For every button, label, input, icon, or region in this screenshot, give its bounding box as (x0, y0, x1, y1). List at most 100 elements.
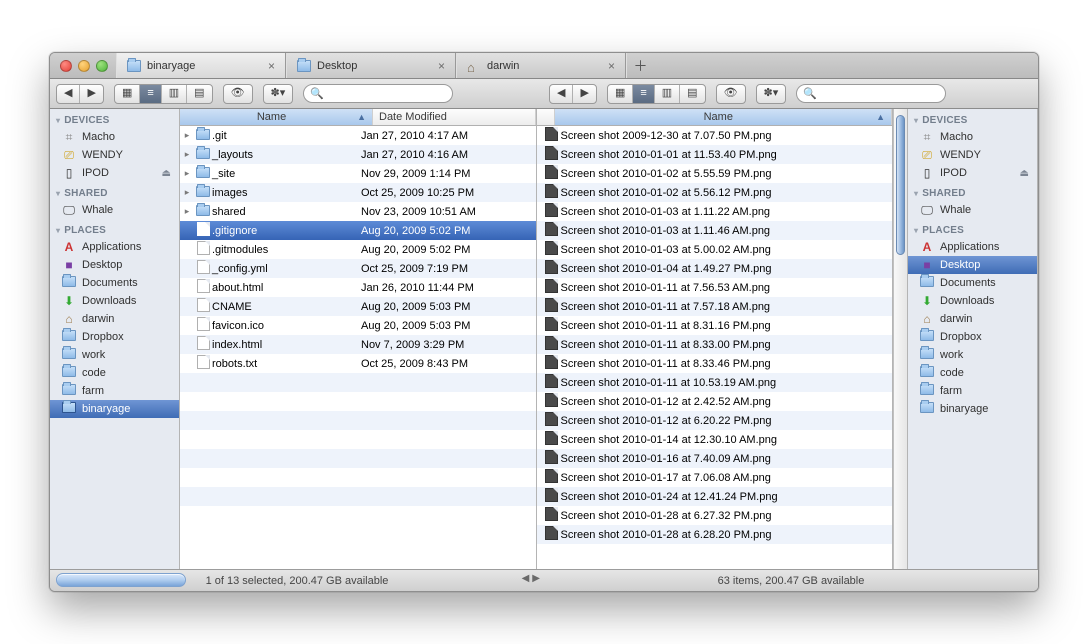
sidebar-item-whale[interactable]: 🖵Whale (908, 201, 1037, 219)
view-icon-button[interactable]: ▦ (115, 85, 140, 103)
sidebar-item-dropbox[interactable]: Dropbox (908, 328, 1037, 346)
close-icon[interactable]: × (608, 59, 615, 73)
sidebar-item-wendy[interactable]: ⎚WENDY (50, 146, 179, 164)
search-input[interactable] (328, 88, 446, 100)
file-row[interactable]: Screen shot 2010-01-28 at 6.28.20 PM.png (537, 525, 893, 544)
search-field-left[interactable]: 🔍 (303, 84, 453, 103)
sidebar-item-downloads[interactable]: ⬇Downloads (908, 292, 1037, 310)
file-row[interactable]: Screen shot 2010-01-11 at 8.33.00 PM.png (537, 335, 893, 354)
add-tab-button[interactable]: ＋ (626, 53, 654, 78)
sidebar-item-documents[interactable]: Documents (50, 274, 179, 292)
close-icon[interactable]: × (438, 59, 445, 73)
scrollbar-thumb[interactable] (896, 115, 905, 255)
action-menu-button[interactable]: ✽▾ (263, 84, 294, 104)
file-row[interactable]: about.htmlJan 26, 2010 11:44 PM (180, 278, 536, 297)
file-row[interactable]: Screen shot 2010-01-16 at 7.40.09 AM.png (537, 449, 893, 468)
file-row[interactable]: Screen shot 2010-01-12 at 6.20.22 PM.png (537, 411, 893, 430)
view-column-button[interactable]: ▥ (162, 85, 187, 103)
sidebar-item-macho[interactable]: ⌗Macho (908, 128, 1037, 146)
sidebar-item-wendy[interactable]: ⎚WENDY (908, 146, 1037, 164)
sidebar-section-header[interactable]: DEVICES (50, 109, 179, 128)
back-button[interactable]: ◀ (550, 85, 573, 103)
disclosure-triangle[interactable]: ▸ (180, 206, 194, 217)
sidebar-section-header[interactable]: SHARED (50, 182, 179, 201)
file-row[interactable]: Screen shot 2010-01-03 at 1.11.46 AM.png (537, 221, 893, 240)
file-row[interactable]: ▸imagesOct 25, 2009 10:25 PM (180, 183, 536, 202)
sidebar-section-header[interactable]: PLACES (50, 219, 179, 238)
view-list-button[interactable]: ≡ (633, 85, 654, 103)
file-rows[interactable]: Screen shot 2009-12-30 at 7.07.50 PM.png… (537, 126, 893, 569)
file-row[interactable]: Screen shot 2010-01-24 at 12.41.24 PM.pn… (537, 487, 893, 506)
file-row[interactable]: Screen shot 2010-01-03 at 5.00.02 AM.png (537, 240, 893, 259)
file-row[interactable]: ▸.gitJan 27, 2010 4:17 AM (180, 126, 536, 145)
view-icon-button[interactable]: ▦ (608, 85, 633, 103)
file-row[interactable]: _config.ymlOct 25, 2009 7:19 PM (180, 259, 536, 278)
file-row[interactable]: Screen shot 2010-01-12 at 2.42.52 AM.png (537, 392, 893, 411)
sidebar-section-header[interactable]: PLACES (908, 219, 1037, 238)
file-row[interactable]: Screen shot 2010-01-11 at 8.31.16 PM.png (537, 316, 893, 335)
sidebar-item-whale[interactable]: 🖵Whale (50, 201, 179, 219)
close-icon[interactable]: × (268, 59, 275, 73)
file-row[interactable]: Screen shot 2010-01-11 at 10.53.19 AM.pn… (537, 373, 893, 392)
quicklook-button[interactable]: 👁 (223, 84, 253, 104)
sidebar-item-documents[interactable]: Documents (908, 274, 1037, 292)
sidebar-item-code[interactable]: code (908, 364, 1037, 382)
file-row[interactable]: Screen shot 2010-01-02 at 5.56.12 PM.png (537, 183, 893, 202)
file-row[interactable]: .gitmodulesAug 20, 2009 5:02 PM (180, 240, 536, 259)
search-input[interactable] (821, 88, 939, 100)
file-row[interactable]: ▸_siteNov 29, 2009 1:14 PM (180, 164, 536, 183)
sidebar-item-downloads[interactable]: ⬇Downloads (50, 292, 179, 310)
sidebar-item-code[interactable]: code (50, 364, 179, 382)
sidebar-item-ipod[interactable]: ▯IPOD⏏ (908, 164, 1037, 182)
file-row[interactable]: Screen shot 2010-01-28 at 6.27.32 PM.png (537, 506, 893, 525)
sidebar-item-ipod[interactable]: ▯IPOD⏏ (50, 164, 179, 182)
file-row[interactable]: Screen shot 2010-01-11 at 7.56.53 AM.png (537, 278, 893, 297)
eject-icon[interactable]: ⏏ (1020, 168, 1029, 179)
file-row[interactable]: ▸_layoutsJan 27, 2010 4:16 AM (180, 145, 536, 164)
forward-button[interactable]: ▶ (573, 85, 595, 103)
file-row[interactable]: .gitignoreAug 20, 2009 5:02 PM (180, 221, 536, 240)
file-row[interactable]: Screen shot 2010-01-01 at 11.53.40 PM.pn… (537, 145, 893, 164)
view-coverflow-button[interactable]: ▤ (680, 85, 704, 103)
column-date-modified[interactable]: Date Modified (373, 109, 536, 125)
close-button[interactable] (60, 60, 72, 72)
file-row[interactable]: Screen shot 2010-01-04 at 1.49.27 PM.png (537, 259, 893, 278)
sidebar-item-applications[interactable]: AApplications (50, 238, 179, 256)
file-row[interactable]: Screen shot 2010-01-03 at 1.11.22 AM.png (537, 202, 893, 221)
file-row[interactable]: index.htmlNov 7, 2009 3:29 PM (180, 335, 536, 354)
column-name[interactable]: Name ▲ (180, 109, 373, 125)
quicklook-button[interactable]: 👁 (716, 84, 746, 104)
sidebar-item-dropbox[interactable]: Dropbox (50, 328, 179, 346)
sidebar-item-farm[interactable]: farm (50, 382, 179, 400)
column-name[interactable]: Name ▲ (555, 109, 893, 125)
file-row[interactable]: Screen shot 2010-01-11 at 8.33.46 PM.png (537, 354, 893, 373)
sidebar-item-desktop[interactable]: ■Desktop (50, 256, 179, 274)
disclosure-triangle[interactable]: ▸ (180, 168, 194, 179)
sidebar-item-desktop[interactable]: ■Desktop (908, 256, 1037, 274)
action-menu-button[interactable]: ✽▾ (756, 84, 787, 104)
tab-darwin[interactable]: darwin × (456, 53, 626, 78)
disclosure-triangle[interactable]: ▸ (180, 187, 194, 198)
forward-button[interactable]: ▶ (80, 85, 102, 103)
tab-binaryage[interactable]: binaryage × (116, 53, 286, 78)
file-row[interactable]: robots.txtOct 25, 2009 8:43 PM (180, 354, 536, 373)
sidebar-section-header[interactable]: DEVICES (908, 109, 1037, 128)
file-row[interactable]: CNAMEAug 20, 2009 5:03 PM (180, 297, 536, 316)
view-list-button[interactable]: ≡ (140, 85, 161, 103)
back-button[interactable]: ◀ (57, 85, 80, 103)
eject-icon[interactable]: ⏏ (162, 168, 171, 179)
file-row[interactable]: Screen shot 2010-01-02 at 5.55.59 PM.png (537, 164, 893, 183)
file-row[interactable]: favicon.icoAug 20, 2009 5:03 PM (180, 316, 536, 335)
file-row[interactable]: Screen shot 2010-01-14 at 12.30.10 AM.pn… (537, 430, 893, 449)
view-column-button[interactable]: ▥ (655, 85, 680, 103)
sidebar-item-binaryage[interactable]: binaryage (50, 400, 179, 418)
sidebar-item-farm[interactable]: farm (908, 382, 1037, 400)
sidebar-item-macho[interactable]: ⌗Macho (50, 128, 179, 146)
sidebar-item-binaryage[interactable]: binaryage (908, 400, 1037, 418)
zoom-button[interactable] (96, 60, 108, 72)
sidebar-item-work[interactable]: work (908, 346, 1037, 364)
sidebar-section-header[interactable]: SHARED (908, 182, 1037, 201)
disclosure-triangle[interactable]: ▸ (180, 130, 194, 141)
view-coverflow-button[interactable]: ▤ (187, 85, 211, 103)
file-row[interactable]: Screen shot 2010-01-11 at 7.57.18 AM.png (537, 297, 893, 316)
